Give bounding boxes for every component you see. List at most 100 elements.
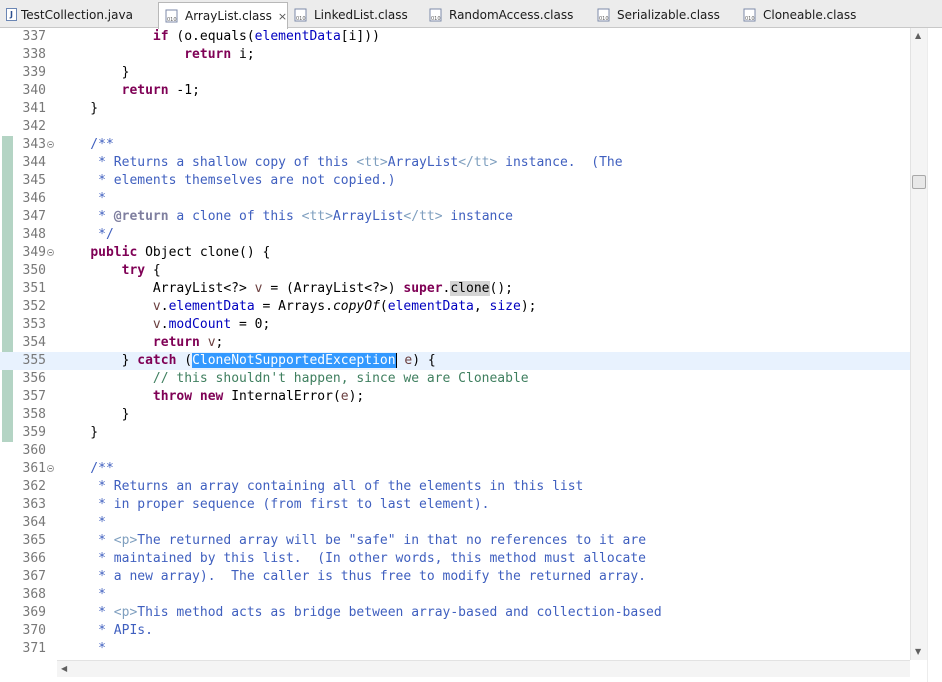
code-line[interactable]: 344 * Returns a shallow copy of this <tt… <box>0 154 910 172</box>
code-line[interactable]: 362 * Returns an array containing all of… <box>0 478 910 496</box>
code-text[interactable]: * Returns an array containing all of the… <box>59 478 583 496</box>
code-text[interactable]: throw new InternalError(e); <box>59 388 364 406</box>
code-line[interactable]: 342 <box>0 118 910 136</box>
code-line[interactable]: 367 * a new array). The caller is thus f… <box>0 568 910 586</box>
code-text[interactable]: * maintained by this list. (In other wor… <box>59 550 646 568</box>
tab-linkedlist-class[interactable]: 010 LinkedList.class <box>288 2 423 27</box>
code-line[interactable]: 358 } <box>0 406 910 424</box>
code-text[interactable]: /** <box>59 136 114 154</box>
code-line[interactable]: 368 * <box>0 586 910 604</box>
code-line[interactable]: 357 throw new InternalError(e); <box>0 388 910 406</box>
code-text[interactable]: // this shouldn't happen, since we are C… <box>59 370 529 388</box>
tab-cloneable-class[interactable]: 010 Cloneable.class <box>737 2 877 27</box>
code-line[interactable]: 352 v.elementData = Arrays.copyOf(elemen… <box>0 298 910 316</box>
code-line[interactable]: 359 } <box>0 424 910 442</box>
vertical-scroll-thumb[interactable] <box>912 175 926 189</box>
horizontal-scrollbar[interactable]: ◀ <box>57 660 910 677</box>
code-line[interactable]: 355 } catch (CloneNotSupportedException … <box>0 352 910 370</box>
code-line[interactable]: 356 // this shouldn't happen, since we a… <box>0 370 910 388</box>
code-token: return <box>121 83 169 98</box>
code-line[interactable]: 343 /** <box>0 136 910 154</box>
code-editor[interactable]: 337 if (o.equals(elementData[i])) 338 ret… <box>0 28 942 682</box>
scroll-down-icon[interactable]: ▼ <box>915 647 921 656</box>
tab-testcollection-java[interactable]: J TestCollection.java <box>0 2 158 27</box>
code-line[interactable]: 339 } <box>0 64 910 82</box>
code-text[interactable]: } catch (CloneNotSupportedException e) { <box>59 352 436 370</box>
code-text[interactable]: if (o.equals(elementData[i])) <box>59 28 380 46</box>
overview-ruler[interactable] <box>927 28 942 682</box>
code-text[interactable]: return v; <box>59 334 223 352</box>
code-text[interactable]: } <box>59 64 130 82</box>
code-line[interactable]: 371 * <box>0 640 910 658</box>
code-line[interactable]: 363 * in proper sequence (from first to … <box>0 496 910 514</box>
line-number: 342 <box>22 119 46 134</box>
line-number: 362 <box>22 479 46 494</box>
code-text[interactable]: * <p>This method acts as bridge between … <box>59 604 662 622</box>
code-token: This method acts as bridge between array… <box>137 605 662 620</box>
code-line[interactable]: 341 } <box>0 100 910 118</box>
code-text[interactable]: ArrayList<?> v = (ArrayList<?>) super.cl… <box>59 280 513 298</box>
code-text[interactable]: * <box>59 514 106 532</box>
code-text[interactable]: v.elementData = Arrays.copyOf(elementDat… <box>59 298 537 316</box>
code-text[interactable]: * elements themselves are not copied.) <box>59 172 395 190</box>
code-text[interactable]: * Returns a shallow copy of this <tt>Arr… <box>59 154 623 172</box>
code-line[interactable]: 360 <box>0 442 910 460</box>
code-text[interactable]: * a new array). The caller is thus free … <box>59 568 646 586</box>
code-text[interactable]: } <box>59 100 98 118</box>
code-text[interactable]: return -1; <box>59 82 200 100</box>
tab-randomaccess-class[interactable]: 010 RandomAccess.class <box>423 2 591 27</box>
code-line[interactable]: 350 try { <box>0 262 910 280</box>
code-text[interactable]: v.modCount = 0; <box>59 316 270 334</box>
code-text[interactable]: } <box>59 424 98 442</box>
code-line[interactable]: 364 * <box>0 514 910 532</box>
code-text[interactable]: */ <box>59 226 114 244</box>
code-line[interactable]: 347 * @return a clone of this <tt>ArrayL… <box>0 208 910 226</box>
code-line[interactable]: 366 * maintained by this list. (In other… <box>0 550 910 568</box>
code-line[interactable]: 369 * <p>This method acts as bridge betw… <box>0 604 910 622</box>
fold-collapse-icon[interactable] <box>47 249 54 256</box>
tab-arraylist-class[interactable]: 010 ArrayList.class × <box>158 2 288 29</box>
code-line[interactable]: 346 * <box>0 190 910 208</box>
code-token: v <box>254 281 263 296</box>
code-line[interactable]: 361 /** <box>0 460 910 478</box>
code-line[interactable]: 337 if (o.equals(elementData[i])) <box>0 28 910 46</box>
tab-serializable-class[interactable]: 010 Serializable.class <box>591 2 737 27</box>
code-line[interactable]: 338 return i; <box>0 46 910 64</box>
code-token: ArrayList <box>332 209 404 224</box>
fold-collapse-icon[interactable] <box>47 141 54 148</box>
fold-collapse-icon[interactable] <box>47 465 54 472</box>
code-line[interactable]: 349 public Object clone() { <box>0 244 910 262</box>
code-text[interactable]: * <box>59 586 106 604</box>
tab-label: RandomAccess.class <box>449 7 574 22</box>
line-number: 357 <box>22 389 46 404</box>
code-token: v <box>207 335 216 350</box>
code-text[interactable]: * APIs. <box>59 622 153 640</box>
code-text[interactable]: * <box>59 640 106 658</box>
code-line[interactable]: 353 v.modCount = 0; <box>0 316 910 334</box>
code-line[interactable]: 351 ArrayList<?> v = (ArrayList<?>) supe… <box>0 280 910 298</box>
code-line[interactable]: 370 * APIs. <box>0 622 910 640</box>
code-text[interactable]: * <box>59 190 106 208</box>
code-text[interactable]: /** <box>59 460 114 478</box>
code-text[interactable]: * in proper sequence (from first to last… <box>59 496 489 514</box>
code-text[interactable]: try { <box>59 262 161 280</box>
code-line[interactable]: 340 return -1; <box>0 82 910 100</box>
scroll-up-icon[interactable]: ▲ <box>915 31 921 40</box>
code-text[interactable]: * @return a clone of this <tt>ArrayList<… <box>59 208 513 226</box>
code-line[interactable]: 348 */ <box>0 226 910 244</box>
vertical-scrollbar[interactable]: ▲ ▼ <box>910 28 927 660</box>
close-tab-icon[interactable]: × <box>278 10 287 23</box>
code-line[interactable]: 345 * elements themselves are not copied… <box>0 172 910 190</box>
code-text[interactable]: } <box>59 406 130 424</box>
code-line[interactable]: 354 return v; <box>0 334 910 352</box>
code-line[interactable]: 365 * <p>The returned array will be "saf… <box>0 532 910 550</box>
code-text[interactable]: * <p>The returned array will be "safe" i… <box>59 532 646 550</box>
code-text[interactable]: return i; <box>59 46 254 64</box>
code-token: instance. (The <box>497 155 623 170</box>
scroll-left-icon[interactable]: ◀ <box>61 664 67 673</box>
code-text[interactable]: public Object clone() { <box>59 244 270 262</box>
line-number: 364 <box>22 515 46 530</box>
